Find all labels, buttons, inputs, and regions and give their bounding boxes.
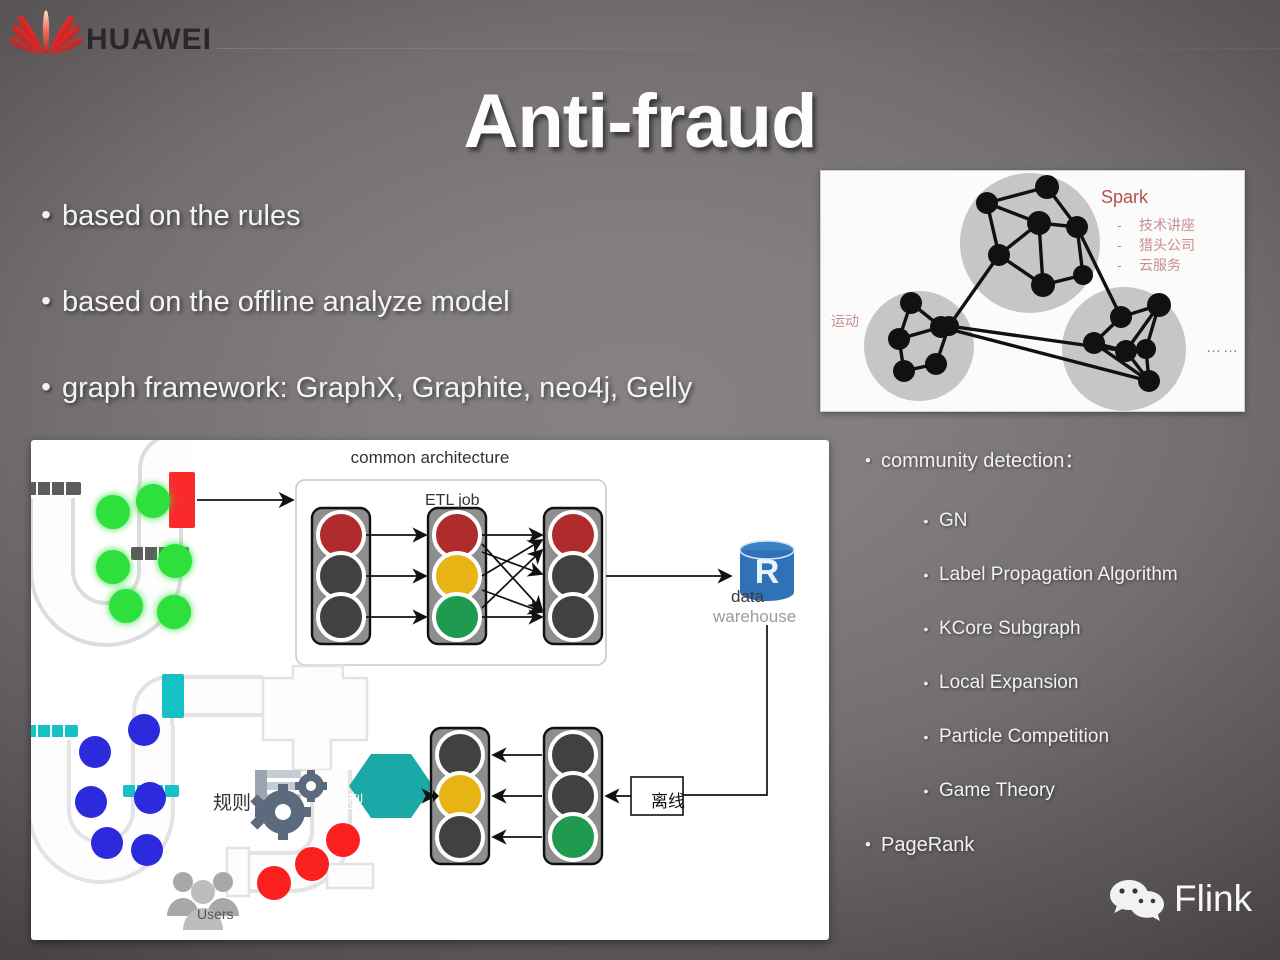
list-item: • Particle Competition bbox=[855, 724, 1275, 750]
graph-item-label: 云服务 bbox=[1139, 257, 1181, 273]
bullet-text: Game Theory bbox=[939, 780, 1055, 801]
flink-watermark: Flink bbox=[1108, 876, 1252, 922]
users-label: Users bbox=[197, 906, 234, 922]
bullet-text: graph framework: GraphX, Graphite, neo4j… bbox=[62, 372, 693, 404]
architecture-diagram: common architecture R ETL job data wareh… bbox=[31, 440, 829, 940]
bullet-text: PageRank bbox=[881, 834, 975, 856]
serving-light bbox=[429, 726, 491, 866]
wechat-icon bbox=[1110, 880, 1164, 921]
list-item: • Game Theory bbox=[855, 778, 1275, 804]
bullet-dot-icon: • bbox=[865, 451, 871, 470]
graph-side-label: 运动 bbox=[831, 313, 859, 329]
bullet-dot-icon: • bbox=[41, 285, 51, 316]
bullet-text: KCore Subgraph bbox=[939, 618, 1081, 639]
bullet-dot-icon: • bbox=[923, 675, 929, 691]
warehouse-label-line1: data bbox=[731, 587, 765, 606]
bullet-dot-icon: • bbox=[923, 567, 929, 583]
model-label: 模型 bbox=[330, 793, 364, 812]
list-item: • GN bbox=[855, 508, 1275, 534]
list-item: • based on the rules bbox=[30, 198, 820, 234]
bullet-dot-icon: • bbox=[865, 835, 871, 854]
list-item: • community detection： bbox=[855, 448, 1275, 474]
bullet-text: community detection： bbox=[881, 450, 1085, 472]
graph-heading: Spark bbox=[1101, 187, 1149, 207]
warehouse-label-line2: warehouse bbox=[713, 607, 797, 626]
offline-label: 离线 bbox=[651, 792, 685, 811]
list-item: • graph framework: GraphX, Graphite, neo… bbox=[30, 370, 820, 406]
rules-label: 规则 bbox=[213, 793, 252, 814]
left-bullet-list: • based on the rules • based on the offl… bbox=[30, 198, 820, 456]
huawei-flower-logo bbox=[9, 10, 83, 55]
list-item: • Label Propagation Algorithm bbox=[855, 562, 1275, 588]
bullet-text: based on the rules bbox=[62, 200, 301, 232]
svg-text:R: R bbox=[755, 553, 780, 591]
bullet-text: Particle Competition bbox=[939, 726, 1110, 747]
dash-marker: - bbox=[1117, 257, 1122, 273]
bullet-dot-icon: • bbox=[41, 199, 51, 230]
header-divider bbox=[216, 48, 1280, 49]
list-item: • KCore Subgraph bbox=[855, 616, 1275, 642]
bullet-dot-icon: • bbox=[923, 513, 929, 529]
etl-light bbox=[426, 506, 488, 646]
ingest-light bbox=[310, 506, 372, 646]
list-item: - 技术讲座 bbox=[1117, 215, 1195, 235]
page-title: Anti-fraud bbox=[463, 79, 817, 164]
bullet-dot-icon: • bbox=[923, 729, 929, 745]
brand-name: HUAWEI bbox=[86, 23, 212, 56]
list-item: • PageRank bbox=[855, 832, 1275, 858]
graph-item-label: 猎头公司 bbox=[1139, 237, 1195, 253]
bullet-dot-icon: • bbox=[923, 783, 929, 799]
flink-label: Flink bbox=[1174, 878, 1253, 919]
etl-job-label: ETL job bbox=[425, 492, 480, 509]
list-item: - 云服务 bbox=[1117, 255, 1195, 275]
graph-item-list: - 技术讲座 - 猎头公司 - 云服务 bbox=[1117, 215, 1195, 275]
list-item: • Local Expansion bbox=[855, 670, 1275, 696]
architecture-svg: R bbox=[31, 440, 795, 930]
community-graph-svg bbox=[864, 173, 1186, 411]
bullet-text: based on the offline analyze model bbox=[62, 286, 510, 318]
graph-item-label: 技术讲座 bbox=[1139, 217, 1195, 233]
bullet-dot-icon: • bbox=[923, 621, 929, 637]
output-light bbox=[542, 506, 604, 646]
community-graph-figure: Spark - 技术讲座 - 猎头公司 - 云服务 运动 …… bbox=[820, 170, 1245, 412]
huawei-brand: HUAWEI bbox=[8, 6, 218, 62]
dash-marker: - bbox=[1117, 217, 1122, 233]
gate-valve-red bbox=[169, 472, 195, 528]
slide: HUAWEI Anti-fraud • based on the rules •… bbox=[0, 0, 1280, 960]
bullet-text: Local Expansion bbox=[939, 672, 1079, 693]
dash-marker: - bbox=[1117, 237, 1122, 253]
bullet-text: GN bbox=[939, 510, 968, 531]
offline-light bbox=[542, 726, 604, 866]
graph-ellipsis: …… bbox=[1206, 339, 1240, 356]
bullet-text: Label Propagation Algorithm bbox=[939, 564, 1178, 585]
right-bullet-list: • community detection： • GN • Label Prop… bbox=[855, 448, 1275, 892]
bullet-dot-icon: • bbox=[41, 371, 51, 402]
list-item: - 猎头公司 bbox=[1117, 235, 1195, 255]
list-item: • based on the offline analyze model bbox=[30, 284, 820, 320]
